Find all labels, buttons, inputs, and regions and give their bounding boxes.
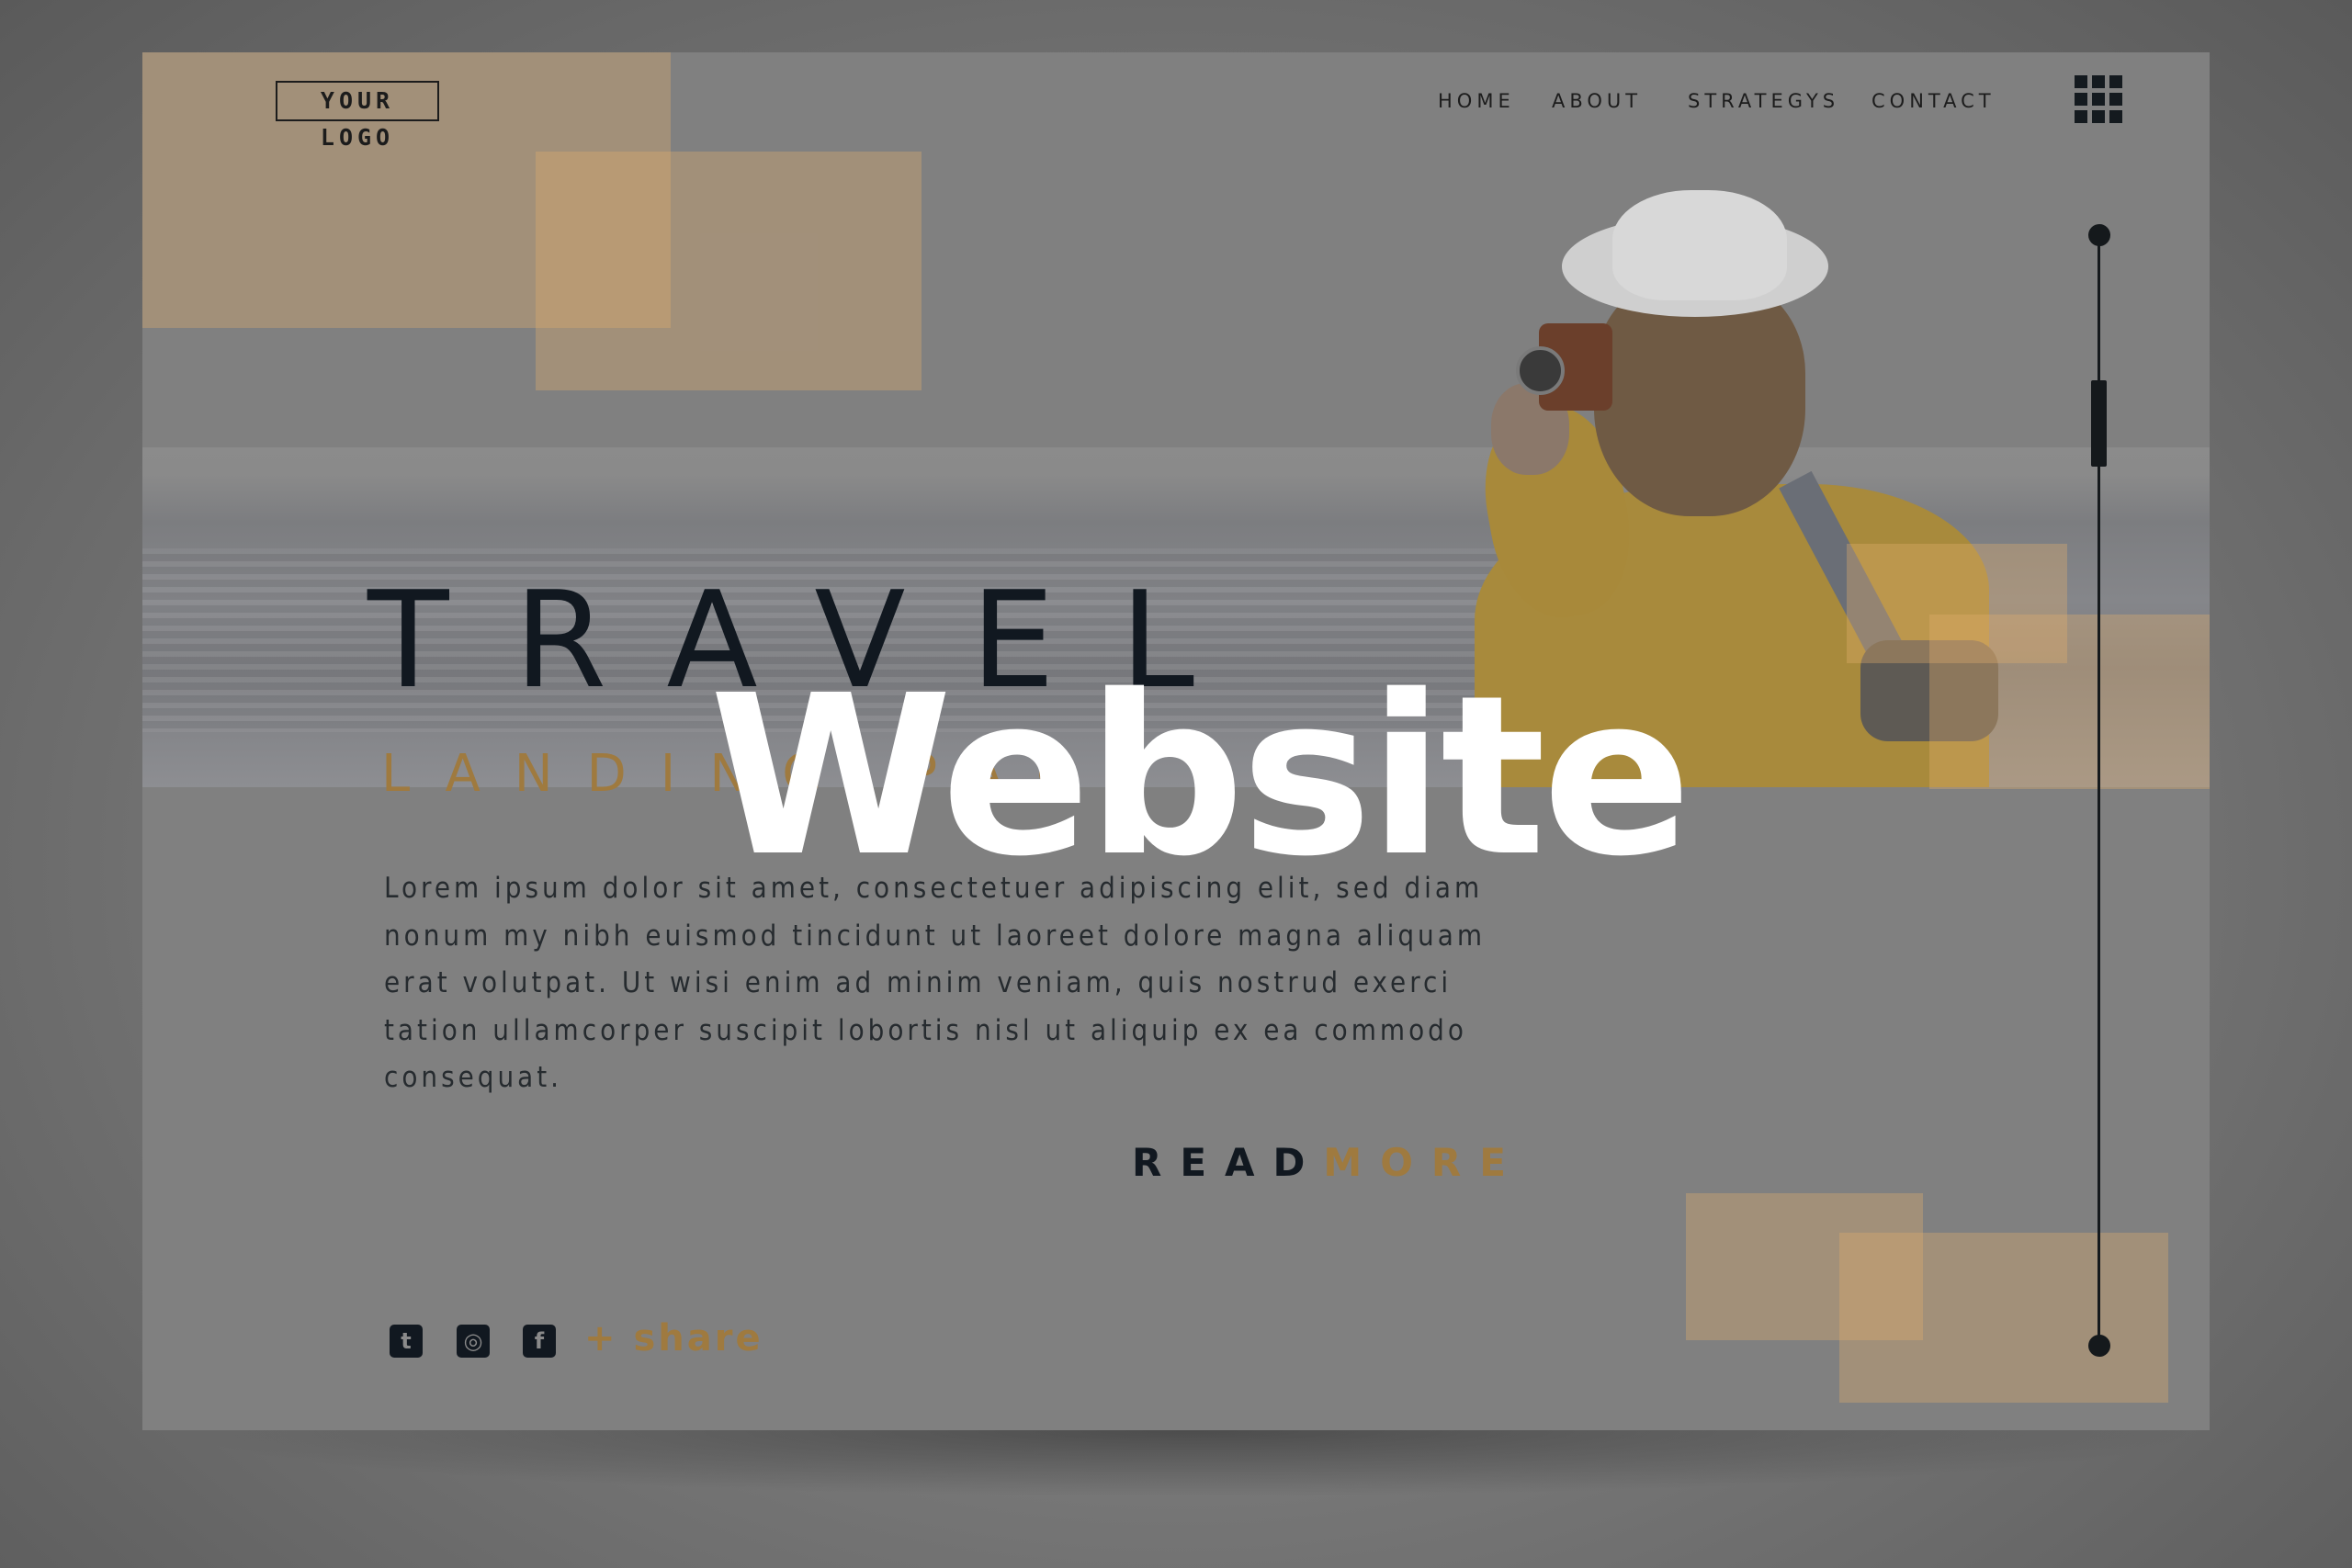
camera-lens xyxy=(1516,346,1565,395)
peach-block-6 xyxy=(1839,1233,2168,1403)
nav-home[interactable]: HOME xyxy=(1438,90,1515,112)
twitter-icon[interactable]: t xyxy=(390,1325,423,1358)
overlay-website-text: Website xyxy=(709,648,1691,905)
scroll-top-dot[interactable] xyxy=(2088,224,2110,246)
nav-contact[interactable]: CONTACT xyxy=(1871,90,1996,112)
read-more-button[interactable]: READMORE xyxy=(1132,1144,1524,1182)
peach-block-2 xyxy=(536,152,922,390)
nav-strategys[interactable]: STRATEGYS xyxy=(1688,90,1839,112)
scroll-bottom-dot[interactable] xyxy=(2088,1335,2110,1357)
share-link[interactable]: + share xyxy=(584,1320,763,1357)
woman-hat-top xyxy=(1612,190,1787,300)
instagram-icon[interactable]: ◎ xyxy=(457,1325,490,1358)
nav-about[interactable]: ABOUT xyxy=(1552,90,1642,112)
read-more-more: MORE xyxy=(1323,1140,1524,1185)
scroll-thumb[interactable] xyxy=(2091,380,2107,467)
logo[interactable]: YOUR LOGO xyxy=(276,81,439,151)
grid-menu-icon[interactable] xyxy=(2075,75,2122,123)
peach-block-4 xyxy=(1929,615,2210,789)
facebook-icon[interactable]: f xyxy=(523,1325,556,1358)
read-more-read: READ xyxy=(1132,1140,1324,1185)
